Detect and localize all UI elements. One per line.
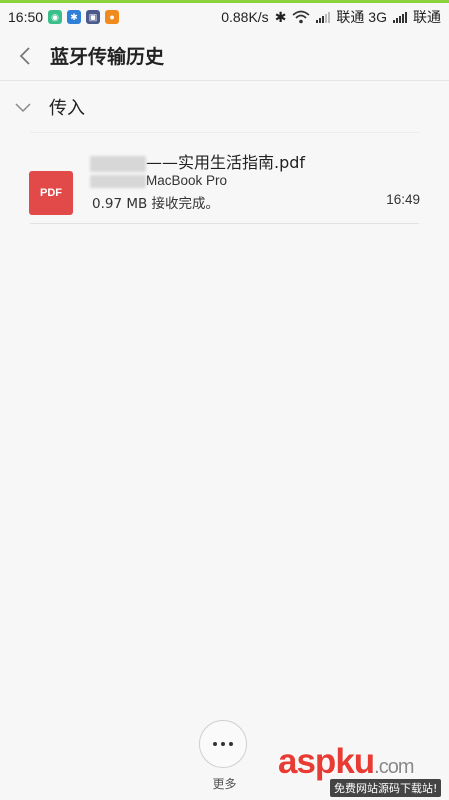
- signal-icon-1: [316, 11, 331, 23]
- dot-icon: [221, 742, 225, 746]
- dot-icon: [229, 742, 233, 746]
- watermark-text-2: ku: [335, 742, 375, 781]
- file-name-text: ——实用生活指南.pdf: [146, 153, 306, 172]
- file-name: ——实用生活指南.pdf: [90, 149, 305, 173]
- redacted-text: [90, 155, 146, 172]
- carrier-1: 联通 3G: [336, 9, 387, 25]
- source-device: MacBook Pro: [90, 173, 227, 188]
- watermark-suffix: .com: [374, 756, 414, 778]
- header-bar: 蓝牙传输历史: [0, 31, 449, 81]
- back-button[interactable]: [0, 31, 50, 81]
- chevron-down-icon[interactable]: [0, 82, 32, 132]
- orange-app-icon: ●: [105, 10, 120, 24]
- watermark-subtitle: 免费网站源码下载站!: [330, 779, 442, 797]
- status-bar: 16:50 ◉ ✱ ▣ ● 0.88K/s ✱ 联通 3G 联通: [0, 3, 449, 31]
- item-divider: [30, 223, 419, 224]
- status-right: 0.88K/s ✱ 联通 3G 联通: [221, 7, 441, 27]
- more-button[interactable]: [199, 720, 247, 768]
- bluetooth-app-icon: ✱: [67, 10, 82, 24]
- dot-icon: [213, 742, 217, 746]
- size-status: 0.97 MB 接收完成。: [92, 196, 220, 212]
- section-label: 传入: [49, 98, 85, 119]
- status-left: 16:50 ◉ ✱ ▣ ●: [8, 9, 120, 25]
- watermark-text-1: asp: [278, 742, 336, 781]
- bluetooth-icon: ✱: [274, 8, 287, 25]
- transfer-time: 16:49: [386, 192, 420, 207]
- redacted-text: [90, 174, 146, 188]
- chevron-left-icon: [19, 46, 30, 65]
- watermark-logo: aspku.com: [278, 742, 415, 782]
- gallery-app-icon: ▣: [86, 10, 101, 24]
- transfer-list-item[interactable]: PDF ——实用生活指南.pdf MacBook Pro 0.97 MB 接收完…: [0, 133, 449, 223]
- carrier-2: 联通: [413, 9, 441, 25]
- incoming-section-header[interactable]: 传入: [0, 82, 449, 132]
- network-speed: 0.88K/s: [221, 9, 269, 25]
- status-time: 16:50: [8, 9, 44, 25]
- shield-app-icon: ◉: [48, 10, 63, 24]
- wifi-icon: [292, 10, 311, 24]
- device-name-text: MacBook Pro: [146, 173, 228, 188]
- pdf-file-icon: PDF: [29, 171, 73, 215]
- signal-icon-2: [393, 11, 407, 23]
- page-title: 蓝牙传输历史: [50, 46, 165, 68]
